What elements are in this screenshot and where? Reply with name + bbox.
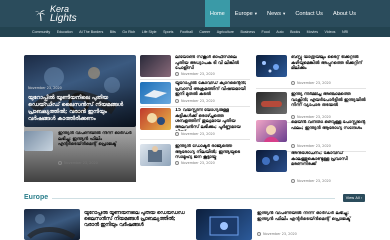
category-community[interactable]: Community xyxy=(32,30,50,34)
view-all-button[interactable]: View All › xyxy=(343,194,365,202)
clock-icon xyxy=(58,161,62,165)
article-date: November 23, 2020 xyxy=(181,99,215,103)
article-date: November 23, 2020 xyxy=(181,72,215,76)
article-thumb[interactable] xyxy=(256,120,287,142)
divider xyxy=(140,79,250,80)
article-date: November 23, 2020 xyxy=(297,81,331,85)
nav-europe[interactable]: Europe ▾ xyxy=(230,0,262,27)
clock-icon xyxy=(175,72,179,76)
category-auto[interactable]: Auto xyxy=(276,30,283,34)
article-headline[interactable]: യുറോപ്പിൽ യൂണിയനിലെ പുതിയ ഡെയ്ഡിഡ് ലൈസൻസ… xyxy=(84,211,190,234)
clock-icon xyxy=(291,179,295,183)
nav-news-label: News xyxy=(267,10,282,17)
article-meta: November 23, 2020 xyxy=(291,81,331,85)
nav-contact-label: Contact Us xyxy=(295,10,323,17)
site-header: Kera Lights Home Europe ▾ News ▾ Contact U… xyxy=(0,0,390,27)
divider xyxy=(140,139,250,140)
article-date: November 23, 2020 xyxy=(263,232,297,236)
article-headline[interactable]: അനുശോചനം; കോവിഡ് കാലത്തുകൊണ്ടുള്ള പ്രവാസ… xyxy=(291,151,366,174)
category-business[interactable]: Business xyxy=(240,30,255,34)
nav-home-label: Home xyxy=(209,10,225,17)
article-thumb[interactable] xyxy=(140,144,171,166)
category-movies[interactable]: Movies xyxy=(307,30,318,34)
category-at-the-borders[interactable]: At The Borders xyxy=(79,30,103,34)
article-headline[interactable]: 15 വയസ്സിനി യോഗ്യരുള്ള കുട്ടികൾക്ക് ഒരാഴ… xyxy=(175,108,250,131)
hero-date: November 23, 2020 xyxy=(28,86,62,90)
category-education[interactable]: Education xyxy=(57,30,73,34)
article-thumb[interactable] xyxy=(256,55,287,77)
nav-contact[interactable]: Contact Us xyxy=(290,0,328,27)
category-go-rich[interactable]: Go Rich xyxy=(122,30,135,34)
category-agriculture[interactable]: Agriculture xyxy=(217,30,234,34)
article-thumb[interactable] xyxy=(24,131,53,151)
article-date: November 23, 2020 xyxy=(181,132,215,136)
article-thumb[interactable] xyxy=(196,209,252,240)
hero-meta: November 23, 2020 xyxy=(28,86,62,90)
article-thumb[interactable] xyxy=(140,55,171,77)
hero-headline[interactable]: യുറോപ്പിൽ യൂണിയനിലെ പുതിയ ഡെയ്ഡിഡ് ലൈസൻസ… xyxy=(28,95,130,123)
clock-icon xyxy=(175,132,179,136)
site-logo[interactable]: Kera Lights xyxy=(34,4,77,24)
category-videos[interactable]: Videos xyxy=(325,30,336,34)
article-headline[interactable]: ബസ്സു യാത്രയിലും ടൈറ്റ് ടിക്കറ്റിൽ കഴിയു… xyxy=(291,55,366,78)
article-headline[interactable]: ഇന്ത്യൻ ഡോക്ടർ രാജ്യത്തെ ആരോഗ്യ നിലയിൽ; … xyxy=(175,144,250,161)
article-headline[interactable]: യൂറോപ്പിൽ കോവിഡ് ക്വാറന്റൈൻ; പ്രവാസി അക്… xyxy=(175,81,250,98)
section-title: Europe xyxy=(24,194,49,201)
category-career[interactable]: Career xyxy=(199,30,210,34)
article-headline[interactable]: ഇന്ത്യൻ വിപണിയിൽ നിന്ന് ഓർഡർ ലഭിച്ചു; ഇന… xyxy=(58,131,134,148)
article-meta: November 23, 2020 xyxy=(175,132,215,136)
article-meta: November 23, 2020 xyxy=(58,161,98,165)
chevron-down-icon: ▾ xyxy=(254,10,258,16)
view-all-label: View All xyxy=(345,196,360,200)
category-books[interactable]: Books xyxy=(290,30,300,34)
article-meta: November 23, 2020 xyxy=(257,232,297,236)
category-bar: Community Education At The Borders Bits … xyxy=(0,27,390,37)
category-life-style[interactable]: Life Style xyxy=(142,30,157,34)
nav-home[interactable]: Home xyxy=(204,0,230,27)
clock-icon xyxy=(291,115,295,119)
category-bits[interactable]: Bits xyxy=(110,30,116,34)
nav-news[interactable]: News ▾ xyxy=(262,0,290,27)
article-meta: November 23, 2020 xyxy=(291,115,331,119)
nav-about-label: About Us xyxy=(332,10,356,17)
nav-europe-label: Europe xyxy=(234,10,253,17)
article-thumb[interactable] xyxy=(140,108,171,130)
article-meta: November 23, 2020 xyxy=(291,144,331,148)
chevron-right-icon: › xyxy=(360,196,363,200)
logo-text-line2: Lights xyxy=(50,13,77,24)
category-football[interactable]: Football xyxy=(180,30,193,34)
divider xyxy=(140,106,250,107)
category-sports[interactable]: Sports xyxy=(163,30,173,34)
article-meta: November 23, 2020 xyxy=(175,72,215,76)
category-nri[interactable]: NRI xyxy=(342,30,348,34)
clock-icon xyxy=(257,232,261,236)
article-meta: November 23, 2020 xyxy=(175,161,215,165)
article-date: November 23, 2020 xyxy=(297,179,331,183)
nav-about[interactable]: About Us xyxy=(328,0,361,27)
clock-icon xyxy=(291,81,295,85)
section-divider xyxy=(52,198,335,199)
clock-icon xyxy=(175,99,179,103)
divider xyxy=(256,88,366,89)
article-date: November 23, 2020 xyxy=(297,144,331,148)
article-thumb[interactable] xyxy=(24,209,80,240)
palm-tree-icon xyxy=(34,7,48,22)
article-meta: November 23, 2020 xyxy=(175,99,215,103)
article-headline[interactable]: ഇന്ത്യൻ വിപണിയിൽ നിന്ന് ഓർഡർ ലഭിച്ചു; ഇന… xyxy=(257,211,365,228)
clock-icon xyxy=(175,161,179,165)
article-headline[interactable]: ഇന്ത്യ നിർമ്മിച്ച അഞ്ചാമത്തെ വാക്സിൻ; എയ… xyxy=(291,92,366,115)
article-meta: November 23, 2020 xyxy=(291,179,331,183)
chevron-down-icon: ▾ xyxy=(283,10,286,16)
category-food[interactable]: Food xyxy=(262,30,270,34)
article-headline[interactable]: മെയ്ന്‍ വനിതാ ഒഴിവുള്ള പോസ്റ്റിന്റെ ഫലം;… xyxy=(291,120,366,143)
article-date: November 23, 2020 xyxy=(64,161,98,165)
article-thumb[interactable] xyxy=(256,92,287,114)
article-thumb[interactable] xyxy=(140,82,171,104)
article-thumb[interactable] xyxy=(256,150,287,172)
clock-icon xyxy=(291,144,295,148)
main-nav: Home Europe ▾ News ▾ Contact Us About Us xyxy=(204,0,361,27)
article-date: November 23, 2020 xyxy=(297,115,331,119)
article-headline[interactable]: ലിയോൺ സ്‌കൂൾ ഓഫീസിലെ പുതിയ അധ്യാപക ടി വി… xyxy=(175,55,250,72)
article-date: November 23, 2020 xyxy=(181,161,215,165)
